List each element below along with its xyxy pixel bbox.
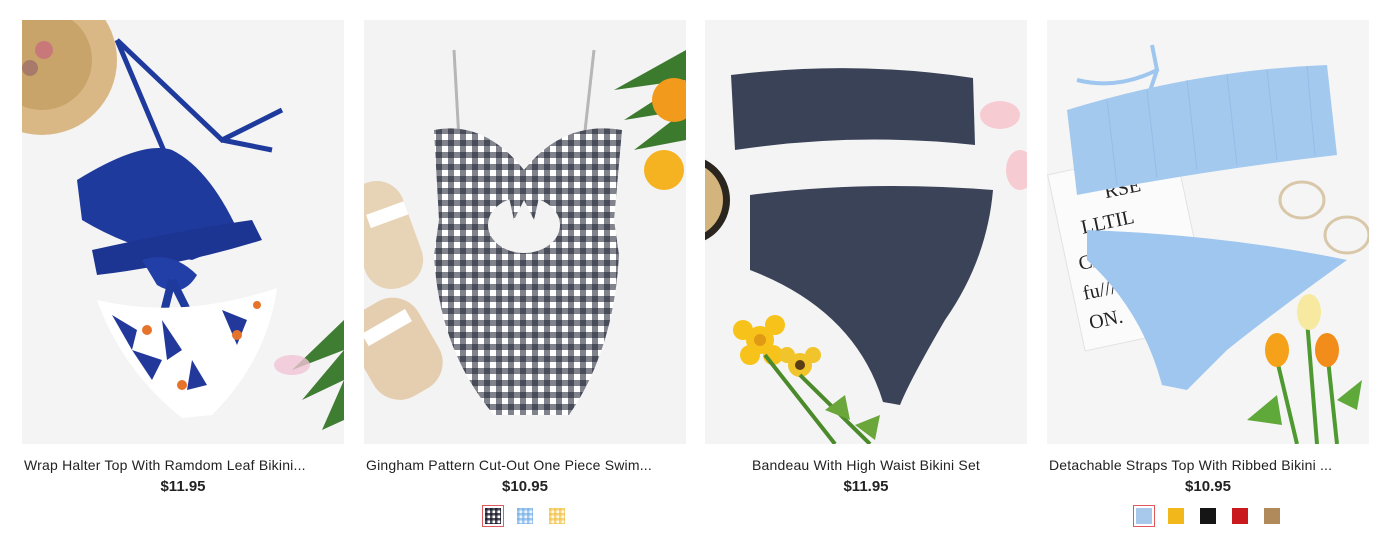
color-swatches [1047,505,1369,527]
product-price: $10.95 [502,478,548,495]
swatch-black-white-gingham[interactable] [482,505,504,527]
product-card[interactable]: RSE LLTIL CARRA fu///ng ON. [1047,20,1369,530]
product-card[interactable]: Bandeau With High Waist Bikini Set $11.9… [705,20,1027,530]
swatch-color [1136,508,1152,524]
product-title[interactable]: Wrap Halter Top With Ramdom Leaf Bikini.… [24,457,342,473]
swatch-color [1168,508,1184,524]
product-price: $10.95 [1185,478,1231,495]
product-price: $11.95 [843,478,889,495]
product-title[interactable]: Bandeau With High Waist Bikini Set [707,457,1025,473]
swatch-yellow-gingham[interactable] [546,505,568,527]
swatch-color [1232,508,1248,524]
product-image[interactable] [364,20,686,444]
product-image[interactable] [705,20,1027,444]
product-image[interactable]: RSE LLTIL CARRA fu///ng ON. [1047,20,1369,444]
product-title[interactable]: Detachable Straps Top With Ribbed Bikini… [1049,457,1367,473]
bikini-photo [22,20,344,444]
bikini-set-photo [705,20,1027,444]
swimsuit-photo [364,20,686,444]
color-swatches [364,505,686,527]
product-card[interactable]: Wrap Halter Top With Ramdom Leaf Bikini.… [22,20,344,530]
swatch-khaki[interactable] [1261,505,1283,527]
product-card[interactable]: Gingham Pattern Cut-Out One Piece Swim..… [364,20,686,530]
swatch-color [1264,508,1280,524]
swatch-blue-gingham[interactable] [514,505,536,527]
swatch-yellow[interactable] [1165,505,1187,527]
swatch-light-blue[interactable] [1133,505,1155,527]
product-title[interactable]: Gingham Pattern Cut-Out One Piece Swim..… [366,457,684,473]
product-image[interactable] [22,20,344,444]
product-grid: Wrap Halter Top With Ramdom Leaf Bikini.… [0,0,1398,535]
swatch-color [1200,508,1216,524]
product-price: $11.95 [160,478,206,495]
swatch-black[interactable] [1197,505,1219,527]
ribbed-bikini-photo: RSE LLTIL CARRA fu///ng ON. [1047,20,1369,444]
swatch-red[interactable] [1229,505,1251,527]
